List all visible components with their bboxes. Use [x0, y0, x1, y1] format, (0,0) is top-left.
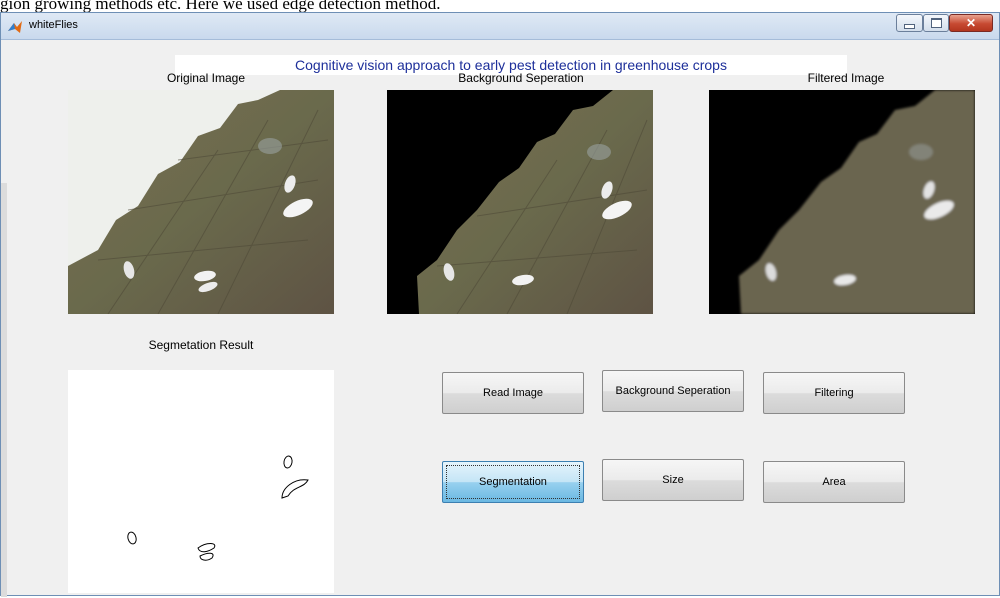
size-button[interactable]: Size: [602, 459, 744, 501]
matlab-icon: [8, 21, 22, 33]
segmentation-result-panel: [68, 370, 334, 593]
scrollbar[interactable]: [1, 183, 7, 597]
close-button[interactable]: ✕: [949, 14, 993, 32]
close-icon: ✕: [965, 16, 977, 30]
filtering-button[interactable]: Filtering: [763, 372, 905, 414]
title-bar[interactable]: whiteFlies ✕: [1, 13, 999, 40]
original-leaf-image: [68, 90, 334, 314]
filtered-leaf-image: [739, 90, 975, 314]
focus-ring: [446, 465, 580, 499]
segmentation-button[interactable]: Segmentation: [442, 461, 584, 503]
segmentation-result-caption: Segmetation Result: [148, 338, 254, 352]
maximize-button[interactable]: [923, 14, 949, 32]
area-button[interactable]: Area: [763, 461, 905, 503]
size-button-label: Size: [662, 474, 684, 486]
background-separated-leaf-image: [417, 90, 653, 314]
minimize-icon: [904, 23, 915, 29]
segmentation-edge-image: [127, 455, 309, 561]
original-image-caption: Original Image: [166, 71, 246, 85]
minimize-button[interactable]: [896, 14, 923, 32]
filtering-button-label: Filtering: [814, 387, 854, 399]
background-separation-button[interactable]: Background Seperation: [602, 370, 744, 412]
maximize-icon: [930, 18, 942, 28]
original-image-panel: [68, 90, 334, 314]
filtered-image-caption: Filtered Image: [807, 71, 885, 85]
filtered-image-panel: [709, 90, 975, 314]
app-window: whiteFlies ✕ Cognitive vision approach t…: [0, 12, 1000, 597]
read-image-button-label: Read Image: [483, 387, 543, 399]
background-separation-panel: [387, 90, 653, 314]
window-title: whiteFlies: [29, 19, 78, 31]
read-image-button[interactable]: Read Image: [442, 372, 584, 414]
background-separation-button-label: Background Seperation: [615, 385, 731, 397]
background-separation-caption: Background Seperation: [458, 71, 584, 85]
area-button-label: Area: [822, 476, 846, 488]
